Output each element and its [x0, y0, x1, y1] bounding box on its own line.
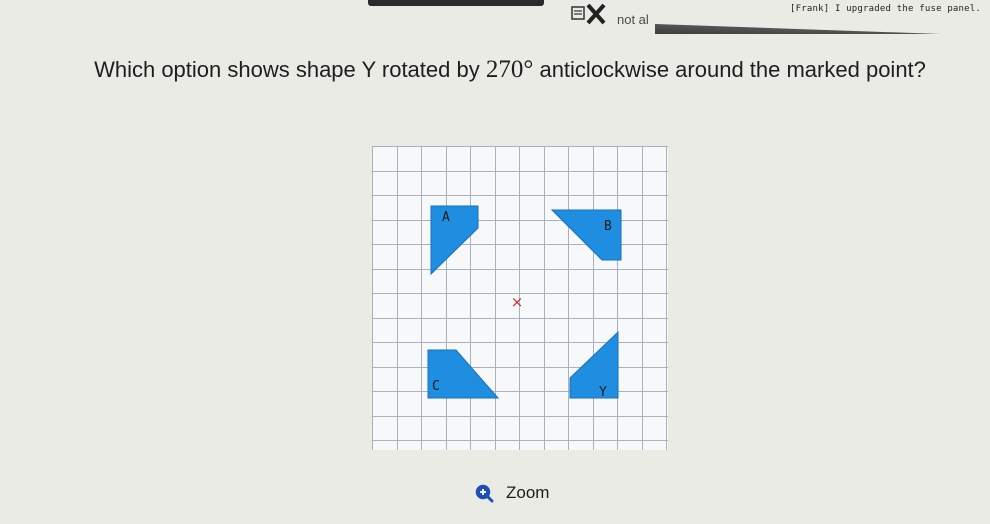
- rotation-grid: A B C Y ×: [372, 146, 668, 450]
- label-a: A: [442, 210, 450, 225]
- top-caption: not al: [617, 12, 649, 27]
- top-note: [Frank] I upgraded the fuse panel.: [790, 4, 982, 14]
- top-stripe: [655, 24, 990, 34]
- question-text: Which option shows shape Y rotated by 27…: [40, 53, 980, 87]
- close-x-icon[interactable]: [570, 3, 608, 25]
- question-angle: 270°: [485, 56, 534, 83]
- window-edge: [368, 0, 544, 6]
- question-suffix: anticlockwise around the marked point?: [533, 57, 926, 82]
- zoom-button[interactable]: Zoom: [474, 483, 549, 503]
- top-bar: not al [Frank] I upgraded the fuse panel…: [0, 0, 990, 34]
- label-c: C: [432, 379, 440, 394]
- zoom-label: Zoom: [506, 483, 550, 502]
- label-b: B: [604, 219, 612, 234]
- rotation-point-marker: ×: [511, 293, 524, 311]
- question-prefix: Which option shows shape Y rotated by: [94, 57, 486, 82]
- grid-canvas: A B C Y ×: [372, 146, 668, 450]
- zoom-in-icon: [475, 484, 494, 503]
- label-y: Y: [599, 385, 607, 400]
